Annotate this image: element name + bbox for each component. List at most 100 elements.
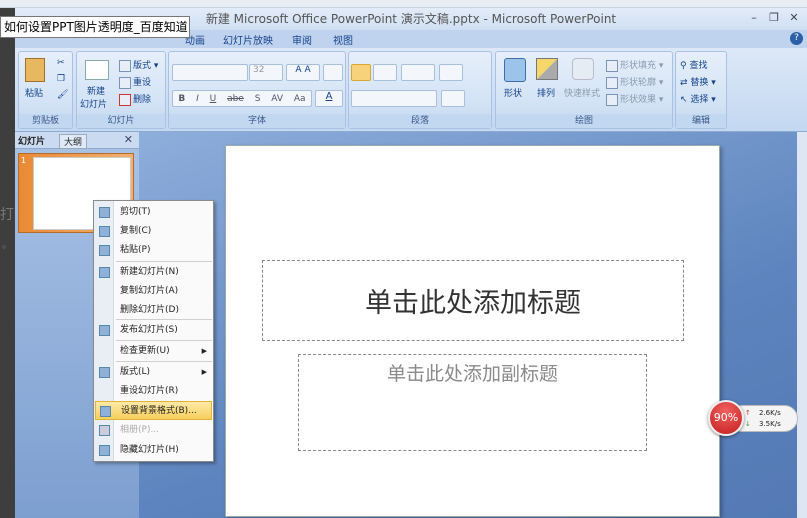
shapes-icon: [504, 58, 526, 82]
hide-slide-icon: [99, 445, 110, 456]
quick-styles-button[interactable]: 快速样式: [564, 86, 600, 99]
format-painter-icon[interactable]: 🖌: [57, 90, 68, 100]
alignment-buttons[interactable]: [351, 90, 437, 107]
menu-item-label: 删除幻灯片(D): [120, 305, 179, 315]
menu-item-label: 复制幻灯片(A): [120, 286, 179, 296]
select-button[interactable]: ↖ 选择 ▾: [680, 92, 716, 105]
download-arrow-icon: ↓: [745, 420, 751, 428]
new-slide-button[interactable]: 新建: [87, 84, 105, 97]
underline-button[interactable]: U: [210, 94, 217, 104]
group-label: 幻灯片: [77, 114, 165, 128]
font-size-select[interactable]: 32: [249, 64, 283, 81]
close-button[interactable]: ✕: [785, 10, 803, 26]
arrange-button[interactable]: 排列: [537, 86, 555, 99]
grow-shrink-font-buttons[interactable]: A A: [286, 64, 320, 81]
tab-outline[interactable]: 大纲: [59, 134, 88, 149]
slide-canvas[interactable]: 单击此处添加标题 单击此处添加副标题: [225, 145, 720, 517]
tooltip: 如何设置PPT图片透明度_百度知道: [0, 16, 190, 38]
find-button[interactable]: ⚲ 查找: [680, 58, 707, 71]
menu-item[interactable]: 粘贴(P): [95, 241, 212, 260]
paste-button[interactable]: 粘贴: [25, 86, 43, 99]
panel-tabs: 幻灯片 大纲 ✕: [15, 132, 139, 149]
font-group: 32 A A B I U abe S AV Aa A 字体: [168, 51, 346, 129]
bold-button[interactable]: B: [178, 94, 185, 104]
menu-item-label: 相册(P)...: [120, 425, 160, 435]
strikethrough-button[interactable]: abe: [227, 94, 244, 104]
new-slide-icon: [85, 60, 109, 80]
menu-item-label: 发布幻灯片(S): [120, 325, 178, 335]
menu-item[interactable]: 版式(L) ▶: [95, 363, 212, 382]
clear-format-button[interactable]: [323, 64, 343, 81]
menu-item-label: 粘贴(P): [120, 245, 151, 255]
menu-item[interactable]: 删除幻灯片(D): [95, 301, 212, 320]
menu-item-label: 重设幻灯片(R): [120, 386, 179, 396]
replace-button[interactable]: ⇄ 替换 ▾: [680, 75, 716, 88]
numbering-button[interactable]: [373, 64, 397, 81]
cursor-icon: ↖: [680, 95, 688, 105]
menu-item[interactable]: 新建幻灯片(N): [95, 263, 212, 282]
shape-fill-button[interactable]: 形状填充 ▾: [606, 58, 663, 72]
menu-item[interactable]: 隐藏幻灯片(H): [95, 441, 212, 460]
publish-icon: [99, 325, 110, 336]
close-panel-button[interactable]: ✕: [124, 133, 133, 146]
reset-button[interactable]: 重设: [119, 75, 151, 89]
group-label: 段落: [349, 114, 491, 128]
photo-album-icon: [99, 425, 110, 436]
replace-icon: ⇄: [680, 78, 688, 88]
tab-slides[interactable]: 幻灯片: [18, 134, 45, 147]
submenu-arrow-icon: ▶: [201, 347, 207, 355]
copy-icon[interactable]: ❐: [57, 74, 65, 84]
shape-effects-button[interactable]: 形状效果 ▾: [606, 92, 663, 106]
font-name-select[interactable]: [172, 64, 248, 81]
cut-icon[interactable]: ✂: [57, 58, 65, 68]
menu-item[interactable]: 复制(C): [95, 222, 212, 241]
ribbon: 粘贴 ✂ ❐ 🖌 剪贴板 新建 幻灯片 版式 ▾ 重设 删除 幻灯片 32 A …: [15, 48, 807, 132]
indent-buttons[interactable]: [401, 64, 435, 81]
menu-item-label: 检查更新(U): [120, 346, 170, 356]
layout-button[interactable]: 版式 ▾: [119, 58, 158, 72]
menu-item[interactable]: 设置背景格式(B)...: [95, 401, 212, 420]
subtitle-placeholder[interactable]: 单击此处添加副标题: [298, 354, 647, 451]
menu-item-label: 版式(L): [120, 367, 151, 377]
line-spacing-button[interactable]: [439, 64, 463, 81]
shadow-button[interactable]: S: [255, 94, 261, 104]
binoculars-icon: ⚲: [680, 61, 687, 71]
memory-usage-ball[interactable]: 90%: [708, 400, 744, 436]
paste-icon: [25, 58, 45, 82]
shapes-button[interactable]: 形状: [504, 86, 522, 99]
group-label: 绘图: [496, 114, 672, 128]
menu-item[interactable]: 剪切(T): [95, 203, 212, 222]
copy-icon: [99, 226, 110, 237]
scrollbar[interactable]: [797, 132, 807, 518]
slide-number: 1: [21, 156, 27, 165]
minimize-button[interactable]: –: [745, 10, 763, 26]
restore-button[interactable]: ❐: [765, 10, 783, 26]
tab-slideshow[interactable]: 幻灯片放映: [223, 32, 273, 47]
upload-arrow-icon: ↑: [745, 409, 751, 417]
menu-item[interactable]: 相册(P)...: [95, 421, 212, 440]
menu-item[interactable]: 重设幻灯片(R): [95, 382, 212, 401]
tab-view[interactable]: 视图: [333, 32, 353, 47]
layout-icon: [99, 367, 110, 378]
menu-item[interactable]: 发布幻灯片(S): [95, 321, 212, 340]
editing-group: ⚲ 查找 ⇄ 替换 ▾ ↖ 选择 ▾ 编辑: [675, 51, 727, 129]
menu-item[interactable]: 复制幻灯片(A): [95, 282, 212, 301]
help-icon[interactable]: ?: [790, 32, 803, 45]
shape-outline-button[interactable]: 形状轮廓 ▾: [606, 75, 663, 89]
arrange-icon: [536, 58, 558, 80]
columns-button[interactable]: [441, 90, 465, 107]
spacing-button[interactable]: AV: [271, 94, 283, 104]
slides-group: 新建 幻灯片 版式 ▾ 重设 删除 幻灯片: [76, 51, 166, 129]
title-placeholder[interactable]: 单击此处添加标题: [262, 260, 684, 341]
change-case-button[interactable]: Aa: [294, 94, 306, 104]
menu-item[interactable]: 检查更新(U) ▶: [95, 342, 212, 361]
new-slide-icon: [99, 267, 110, 278]
font-color-button[interactable]: A: [315, 90, 343, 107]
delete-button[interactable]: 删除: [119, 92, 151, 106]
window-title: 新建 Microsoft Office PowerPoint 演示文稿.pptx…: [205, 12, 617, 26]
group-label: 编辑: [676, 114, 726, 128]
tab-review[interactable]: 审阅: [292, 32, 312, 47]
bullets-button[interactable]: [351, 64, 371, 81]
italic-button[interactable]: I: [196, 94, 199, 104]
new-slide-button-label[interactable]: 幻灯片: [80, 97, 107, 110]
